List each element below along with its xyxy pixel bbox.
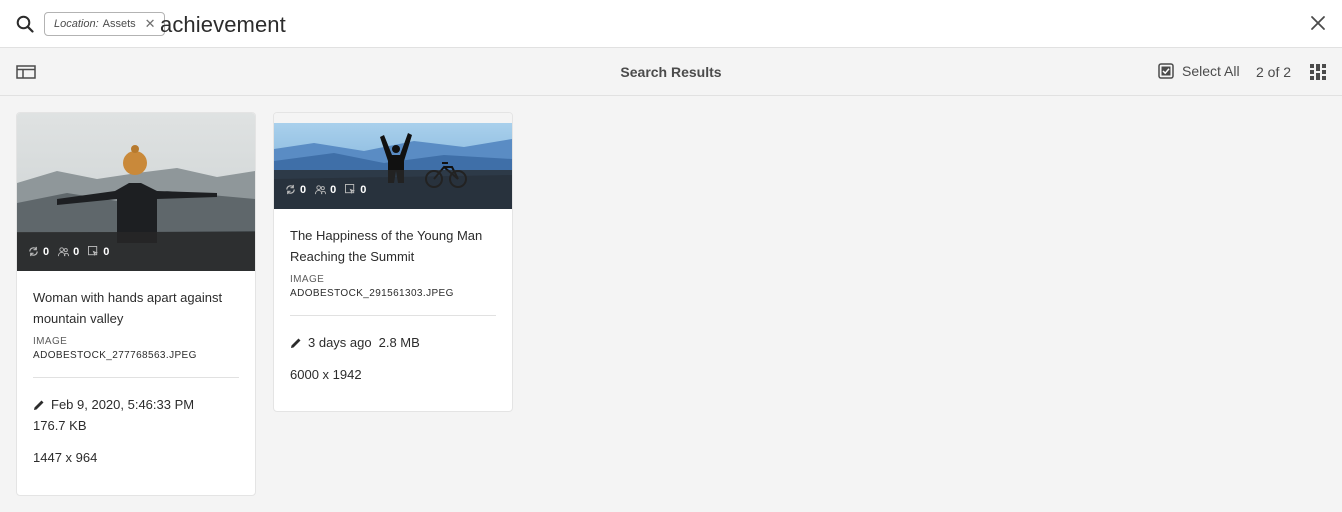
asset-size: 176.7 KB xyxy=(33,418,87,433)
stat-count: 0 xyxy=(330,183,337,196)
asset-size: 2.8 MB xyxy=(378,335,420,350)
asset-meta: The Happiness of the Young Man Reaching … xyxy=(274,209,512,382)
select-all-button[interactable]: Select All xyxy=(1158,63,1240,79)
select-all-label: Select All xyxy=(1182,63,1240,79)
tag-key: Location: xyxy=(54,18,99,30)
asset-title: Woman with hands apart against mountain … xyxy=(33,290,223,326)
users-icon xyxy=(315,185,327,195)
page-title: Search Results xyxy=(620,64,722,80)
asset-stats: 0 0 0 xyxy=(274,170,512,209)
checkbox-icon xyxy=(1158,63,1174,79)
asset-modified: Feb 9, 2020, 5:46:33 PM xyxy=(51,397,195,412)
asset-info: 3 days ago 2.8 MB xyxy=(290,332,496,353)
close-icon[interactable] xyxy=(1310,15,1326,31)
sync-icon xyxy=(286,184,295,195)
asset-filename: ADOBESTOCK_277768563.JPEG xyxy=(33,350,197,361)
result-count: 2 of 2 xyxy=(1256,64,1292,80)
results-toolbar: Search Results Select All 2 of 2 xyxy=(0,48,1342,96)
search-bar: Location: Assets ✕ achievement xyxy=(0,0,1342,48)
asset-thumbnail[interactable]: 0 0 0 xyxy=(274,113,512,209)
cursor-icon xyxy=(345,184,356,195)
divider xyxy=(290,315,496,316)
asset-dimensions: 1447 x 964 xyxy=(33,450,98,465)
pencil-icon xyxy=(291,338,301,348)
remove-tag-icon[interactable]: ✕ xyxy=(145,16,156,32)
asset-type: IMAGE xyxy=(290,274,325,285)
asset-modified: 3 days ago xyxy=(308,335,372,350)
stat-count: 0 xyxy=(43,245,50,258)
asset-type: IMAGE xyxy=(33,336,68,347)
asset-stats: 0 0 0 xyxy=(17,232,255,271)
asset-card[interactable]: 0 0 0 The Happiness of the Young Man Rea… xyxy=(273,112,513,412)
asset-filename: ADOBESTOCK_291561303.JPEG xyxy=(290,288,454,299)
asset-thumbnail[interactable]: 0 0 0 xyxy=(17,113,255,271)
tag-value: Assets xyxy=(102,18,136,30)
search-input[interactable]: achievement xyxy=(160,12,286,38)
asset-meta: Woman with hands apart against mountain … xyxy=(17,271,255,465)
asset-card[interactable]: 0 0 0 Woman with hands apart against mou… xyxy=(16,112,256,496)
stat-count: 0 xyxy=(73,245,80,258)
location-filter-tag[interactable]: Location: Assets ✕ xyxy=(44,12,165,36)
grid-view-icon[interactable] xyxy=(1310,64,1326,80)
stat-count: 0 xyxy=(300,183,307,196)
asset-info: Feb 9, 2020, 5:46:33 PM 176.7 KB xyxy=(33,394,239,436)
pencil-icon xyxy=(34,400,44,410)
stat-count: 0 xyxy=(103,245,110,258)
sync-icon xyxy=(29,246,38,257)
search-icon[interactable] xyxy=(16,15,34,33)
asset-dimensions: 6000 x 1942 xyxy=(290,367,362,382)
stat-count: 0 xyxy=(360,183,367,196)
asset-title: The Happiness of the Young Man Reaching … xyxy=(290,228,483,264)
users-icon xyxy=(58,247,70,257)
divider xyxy=(33,377,239,378)
cursor-icon xyxy=(88,246,99,257)
